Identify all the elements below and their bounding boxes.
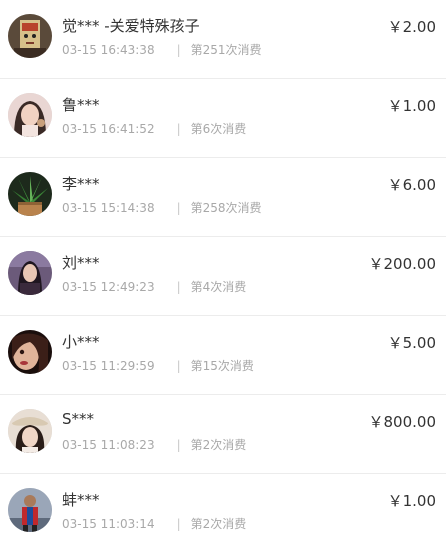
- record-meta: 03-15 16:41:52 | 第6次消费: [62, 120, 246, 137]
- record-time: 03-15 11:29:59: [62, 359, 155, 373]
- donor-name: 蚌***: [62, 491, 100, 509]
- meta-separator: |: [176, 122, 181, 136]
- list-item[interactable]: 觉*** -关爱特殊孩子 03-15 16:43:38 | 第251次消费 ￥2.0…: [0, 0, 446, 79]
- list-item[interactable]: 鲁*** 03-15 16:41:52 | 第6次消费 ￥1.00: [0, 79, 446, 158]
- record-meta: 03-15 16:43:38 | 第251次消费: [62, 41, 262, 58]
- list-item[interactable]: 蚌*** 03-15 11:03:14 | 第2次消费 ￥1.00: [0, 474, 446, 553]
- user-avatar-icon[interactable]: [8, 488, 52, 532]
- donor-name: 觉*** -关爱特殊孩子: [62, 17, 200, 35]
- donation-record-list: 觉*** -关爱特殊孩子 03-15 16:43:38 | 第251次消费 ￥2.0…: [0, 0, 446, 553]
- donation-amount: ￥2.00: [387, 18, 436, 36]
- record-meta: 03-15 11:08:23 | 第2次消费: [62, 436, 246, 453]
- record-time: 03-15 12:49:23: [62, 280, 155, 294]
- list-item[interactable]: 李*** 03-15 15:14:38 | 第258次消费 ￥6.00: [0, 158, 446, 237]
- plant-avatar-icon[interactable]: [8, 172, 52, 216]
- donation-amount: ￥200.00: [368, 255, 437, 273]
- donation-amount: ￥1.00: [387, 492, 436, 510]
- record-time: 03-15 11:08:23: [62, 438, 155, 452]
- donor-name: 小***: [62, 333, 100, 351]
- record-meta: 03-15 12:49:23 | 第4次消费: [62, 278, 246, 295]
- user-avatar-icon[interactable]: [8, 251, 52, 295]
- donation-amount: ￥800.00: [368, 413, 437, 431]
- list-item[interactable]: 小*** 03-15 11:29:59 | 第15次消费 ￥5.00: [0, 316, 446, 395]
- donor-name: 刘***: [62, 254, 100, 272]
- record-time: 03-15 11:03:14: [62, 517, 155, 531]
- record-time: 03-15 15:14:38: [62, 201, 155, 215]
- user-avatar-icon[interactable]: [8, 409, 52, 453]
- record-meta: 03-15 15:14:38 | 第258次消费: [62, 199, 262, 216]
- user-avatar-icon[interactable]: [8, 330, 52, 374]
- donation-amount: ￥5.00: [387, 334, 436, 352]
- meta-separator: |: [176, 359, 181, 373]
- meta-separator: |: [176, 280, 181, 294]
- record-count: 第258次消费: [190, 201, 262, 215]
- meta-separator: |: [176, 517, 181, 531]
- donation-amount: ￥1.00: [387, 97, 436, 115]
- donation-amount: ￥6.00: [387, 176, 436, 194]
- record-count: 第15次消费: [190, 359, 254, 373]
- record-count: 第4次消费: [190, 280, 247, 294]
- record-meta: 03-15 11:29:59 | 第15次消费: [62, 357, 254, 374]
- record-meta: 03-15 11:03:14 | 第2次消费: [62, 515, 246, 532]
- record-count: 第2次消费: [190, 438, 247, 452]
- list-item[interactable]: 刘*** 03-15 12:49:23 | 第4次消费 ￥200.00: [0, 237, 446, 316]
- record-count: 第6次消费: [190, 122, 247, 136]
- record-count: 第2次消费: [190, 517, 247, 531]
- user-avatar-icon[interactable]: [8, 93, 52, 137]
- meta-separator: |: [176, 43, 181, 57]
- record-count: 第251次消费: [190, 43, 262, 57]
- record-time: 03-15 16:43:38: [62, 43, 155, 57]
- record-time: 03-15 16:41:52: [62, 122, 155, 136]
- meta-separator: |: [176, 438, 181, 452]
- donor-name: 鲁***: [62, 96, 100, 114]
- donor-name: 李***: [62, 175, 100, 193]
- meta-separator: |: [176, 201, 181, 215]
- list-item[interactable]: S*** 03-15 11:08:23 | 第2次消费 ￥800.00: [0, 395, 446, 474]
- user-avatar-icon[interactable]: [8, 14, 52, 58]
- donor-name: S***: [62, 410, 95, 428]
